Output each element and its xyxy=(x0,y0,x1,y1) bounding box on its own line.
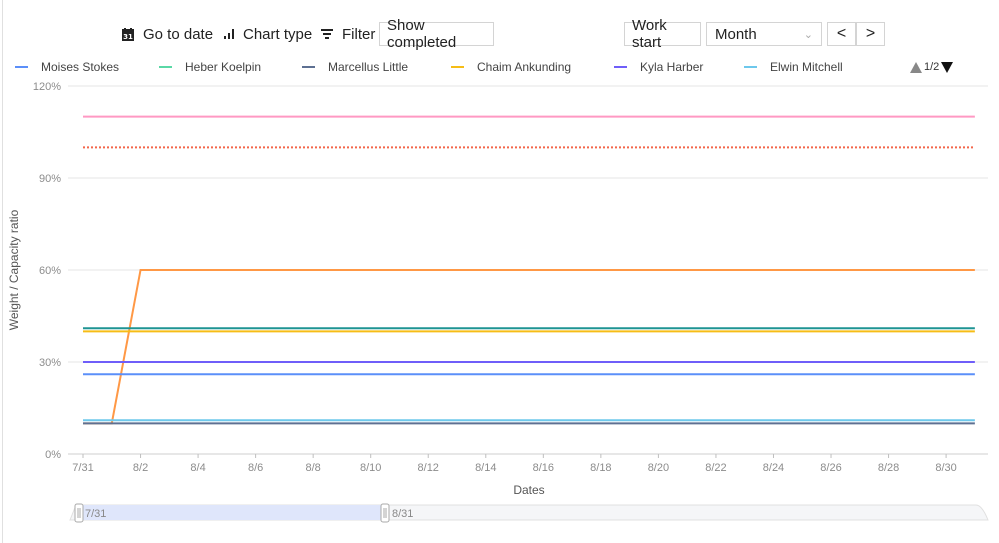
x-tick-label: 8/16 xyxy=(533,462,554,474)
range-slider-handle-start[interactable] xyxy=(74,503,84,523)
y-tick-label: 0% xyxy=(45,449,61,461)
x-tick-label: 7/31 xyxy=(72,462,93,474)
x-tick-label: 8/22 xyxy=(705,462,726,474)
x-tick-label: 8/18 xyxy=(590,462,611,474)
x-tick-label: 8/14 xyxy=(475,462,496,474)
series-line-series-8 xyxy=(83,269,975,425)
y-tick-label: 60% xyxy=(39,265,61,277)
x-tick-label: 8/8 xyxy=(306,462,321,474)
range-slider-start-label: 7/31 xyxy=(85,508,106,520)
x-tick-label: 8/2 xyxy=(133,462,148,474)
y-tick-label: 90% xyxy=(39,173,61,185)
range-slider-selection xyxy=(79,505,385,520)
x-tick-label: 8/12 xyxy=(418,462,439,474)
x-tick-label: 8/28 xyxy=(878,462,899,474)
x-axis-label: Dates xyxy=(513,483,544,497)
x-tick-label: 8/4 xyxy=(190,462,205,474)
range-slider-handle-end[interactable] xyxy=(380,503,390,523)
y-axis-label: Weight / Capacity ratio xyxy=(7,209,21,330)
y-tick-label: 30% xyxy=(39,357,61,369)
x-tick-label: 8/24 xyxy=(763,462,784,474)
x-tick-label: 8/6 xyxy=(248,462,263,474)
line-chart: 0% 30% 60% 90% 120% 7/31 8/2 8/4 8/6 8/8 8/10 8/12 8… xyxy=(7,81,989,523)
range-slider-end-label: 8/31 xyxy=(392,508,413,520)
x-tick-label: 8/30 xyxy=(935,462,956,474)
x-tick-label: 8/26 xyxy=(820,462,841,474)
y-tick-label: 120% xyxy=(33,81,61,93)
x-tick-label: 8/20 xyxy=(648,462,669,474)
x-tick-label: 8/10 xyxy=(360,462,381,474)
